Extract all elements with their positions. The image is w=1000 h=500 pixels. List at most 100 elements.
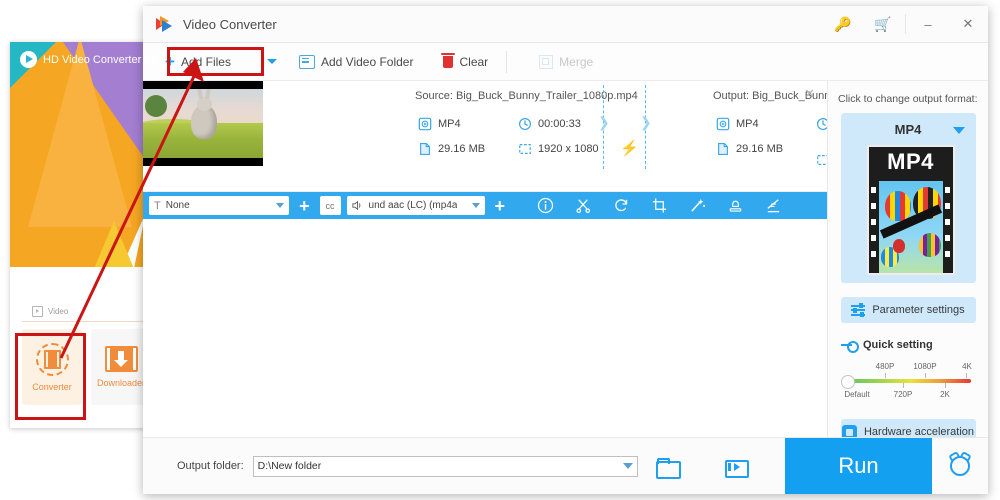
alarm-clock-icon [950, 456, 970, 476]
output-format: MP4 [716, 117, 759, 131]
info-icon[interactable] [537, 197, 554, 214]
sliders-icon [851, 303, 866, 317]
video-thumbnail [143, 81, 263, 166]
audio-track-select[interactable]: und aac (LC) (mp4a [346, 196, 485, 215]
titlebar-controls: 🔑 🛒 – ✕ [823, 6, 988, 42]
merge-icon [539, 54, 554, 69]
effects-wand-icon[interactable] [689, 197, 706, 214]
chevron-down-icon[interactable] [952, 127, 965, 134]
bottom-bar: Output folder: D:\New folder Run [143, 437, 988, 494]
background-section-video: Video [32, 306, 68, 317]
subtitle-select[interactable]: T None [149, 196, 289, 215]
slider-tick [903, 383, 904, 388]
slider-knob[interactable] [841, 375, 855, 389]
highlight-box-add-files [167, 47, 264, 76]
output-folder-label: Output folder: [177, 460, 244, 472]
slider-label-480p: 480P [875, 362, 895, 371]
source-format: MP4 [418, 117, 461, 131]
subtitle-value: None [165, 200, 190, 211]
file-format-icon [418, 117, 432, 131]
chevron-down-icon [471, 203, 480, 208]
rotate-icon[interactable] [613, 197, 630, 214]
folder-icon [298, 54, 315, 69]
add-audio-button[interactable]: + [491, 197, 510, 215]
cart-icon[interactable]: 🛒 [863, 6, 903, 42]
source-size: 29.16 MB [418, 142, 485, 156]
quick-setting-header: Quick setting [841, 339, 988, 353]
tile-downloader[interactable]: Downloader [91, 329, 151, 405]
source-filename: Source: Big_Buck_Bunny_Trailer_1080p.mp4 [415, 90, 638, 102]
add-video-folder-button[interactable]: Add Video Folder [291, 49, 422, 75]
crop-icon[interactable] [651, 197, 668, 214]
quick-setting-icon [841, 340, 859, 353]
speaker-icon [351, 200, 360, 211]
screenshot-root: HD Video Converter Factory Video Convert… [0, 0, 1000, 500]
slider-track [845, 379, 971, 383]
highlight-box-converter [15, 333, 86, 420]
source-resolution: 1920 x 1080 [518, 142, 599, 156]
chevron-down-icon[interactable] [622, 463, 633, 469]
slider-tick [885, 373, 886, 378]
slider-tick [925, 373, 926, 378]
folder-play-icon[interactable] [724, 458, 749, 478]
background-window-title: HD Video Converter Factory [43, 53, 158, 66]
background-section-label: Video [48, 307, 69, 316]
quick-setting-label: Quick setting [863, 339, 933, 351]
decorative-triangle-yellow [78, 221, 150, 267]
source-size-value: 29.16 MB [438, 143, 486, 155]
merge-button[interactable]: Merge [531, 49, 601, 75]
slider-label-720p: 720P [893, 390, 913, 399]
file-action-bar: T None + cc und aac (LC) (mp4a + [143, 192, 827, 219]
output-format-panel: Click to change output format: MP4 MP4 P… [827, 81, 988, 475]
slider-label-default: Default [844, 390, 870, 399]
subtitle-T-icon: T [154, 199, 161, 212]
video-converter-logo-icon [156, 15, 173, 33]
chevron-down-icon [276, 203, 284, 208]
add-subtitle-button[interactable]: + [295, 197, 314, 215]
trash-icon [441, 52, 456, 68]
divider [22, 321, 146, 322]
parameter-settings-button[interactable]: Parameter settings [840, 297, 976, 323]
file-list-column: Source: Big_Buck_Bunny_Trailer_1080p.mp4… [143, 81, 934, 437]
format-card[interactable]: MP4 MP4 [840, 113, 976, 283]
output-folder-input[interactable]: D:\New folder [252, 455, 638, 477]
audio-track-value: und aac (LC) (mp4a [368, 200, 458, 211]
empty-file-list-area [143, 219, 827, 437]
decorative-triangle-orange [28, 42, 132, 227]
source-resolution-value: 1920 x 1080 [538, 143, 599, 155]
divider [905, 14, 906, 34]
clear-button[interactable]: Clear [435, 49, 496, 75]
file-card[interactable]: Source: Big_Buck_Bunny_Trailer_1080p.mp4… [143, 81, 934, 192]
file-size-icon [420, 143, 430, 155]
remove-file-icon[interactable]: ✕ [804, 86, 815, 102]
minimize-button[interactable]: – [908, 6, 948, 42]
alarm-clock-button[interactable] [932, 438, 988, 494]
output-size: 29.16 MB [716, 142, 783, 156]
format-thumb-text: MP4 [887, 149, 934, 174]
watermark-stamp-icon[interactable] [727, 197, 744, 214]
key-icon[interactable]: 🔑 [823, 6, 863, 42]
file-card-info: Source: Big_Buck_Bunny_Trailer_1080p.mp4… [263, 81, 934, 191]
add-video-folder-label: Add Video Folder [320, 54, 414, 69]
quality-slider[interactable]: Default 480P 720P 1080P 2K 4K [841, 362, 975, 404]
run-button[interactable]: Run [785, 438, 932, 494]
chevron-down-icon[interactable] [266, 59, 277, 64]
video-icon [32, 306, 43, 317]
main-titlebar: Video Converter 🔑 🛒 – ✕ [143, 6, 988, 43]
adjust-icon[interactable] [765, 197, 782, 214]
change-format-label: Click to change output format: [838, 93, 978, 105]
slider-label-2k: 2K [940, 390, 950, 399]
divider [506, 50, 508, 73]
open-folder-icon[interactable] [655, 457, 681, 479]
edit-tools [537, 197, 782, 214]
clock-icon [518, 117, 532, 131]
output-folder-value: D:\New folder [257, 460, 322, 472]
source-duration: 00:00:33 [518, 117, 581, 131]
chevron-right-icon-1: ❯ [598, 114, 610, 130]
cut-scissors-icon[interactable] [575, 197, 592, 214]
lightning-bolt-icon: ⚡ [620, 140, 639, 157]
file-size-icon [718, 143, 728, 155]
closed-caption-button[interactable]: cc [319, 196, 341, 215]
close-button[interactable]: ✕ [948, 6, 988, 42]
parameter-settings-label: Parameter settings [872, 304, 965, 316]
